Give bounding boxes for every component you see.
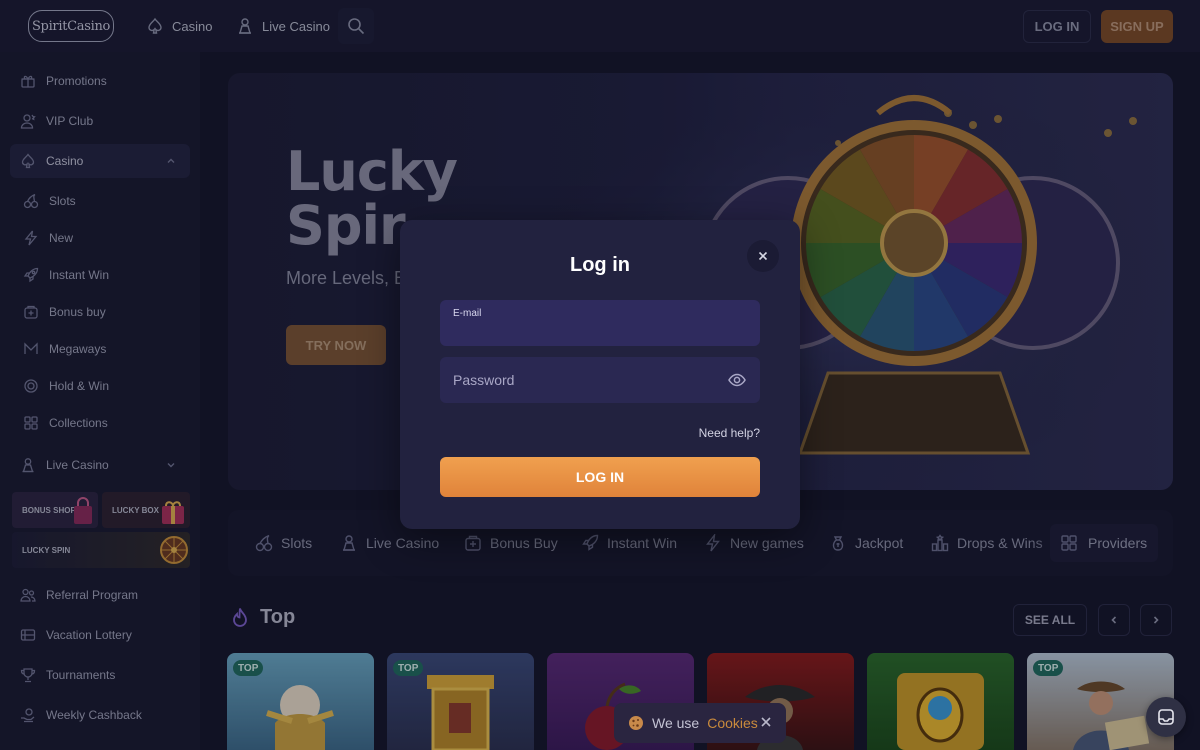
chat-button[interactable]	[1146, 697, 1186, 737]
login-modal: Log in E-mail Need help? LOG IN	[400, 220, 800, 529]
chat-icon	[1158, 709, 1174, 725]
password-input[interactable]	[453, 371, 743, 389]
cookie-bar: We use Cookies	[614, 703, 786, 743]
cookie-icon	[629, 716, 643, 730]
email-input[interactable]	[453, 322, 743, 340]
password-field[interactable]	[440, 357, 760, 403]
email-label: E-mail	[453, 308, 482, 319]
modal-title: Log in	[570, 254, 630, 276]
modal-close-button[interactable]	[747, 240, 779, 272]
cookie-text: We use	[652, 715, 700, 731]
login-submit-button[interactable]: LOG IN	[440, 457, 760, 497]
close-icon[interactable]	[760, 716, 772, 728]
eye-icon[interactable]	[728, 371, 746, 389]
cookies-link[interactable]: Cookies	[707, 715, 758, 731]
close-icon	[758, 251, 768, 261]
need-help-link[interactable]: Need help?	[699, 426, 760, 440]
email-field[interactable]: E-mail	[440, 300, 760, 346]
